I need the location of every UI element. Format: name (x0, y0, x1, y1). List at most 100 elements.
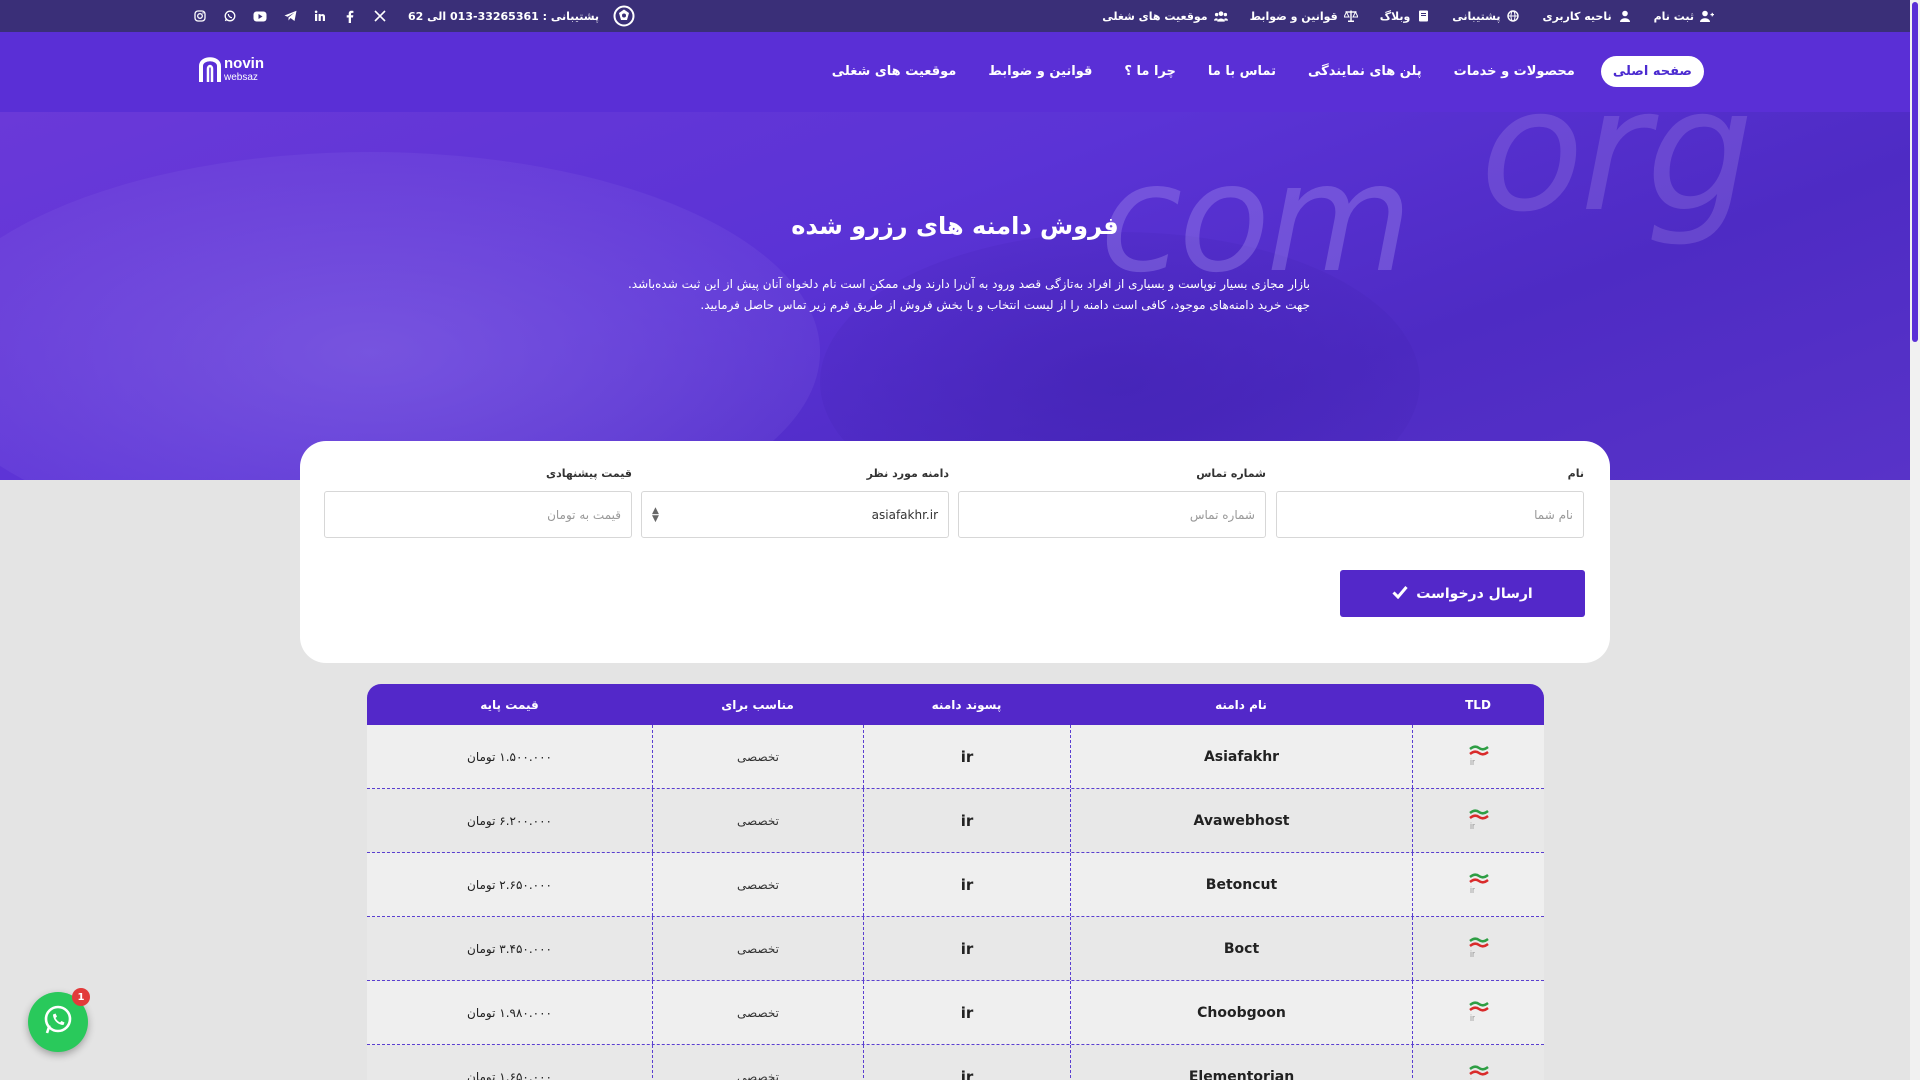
brand-name: novin (224, 55, 264, 72)
domain-suffix: ir (863, 853, 1070, 916)
page-scrollbar[interactable] (1910, 0, 1920, 1080)
domain-name: Asiafakhr (1070, 725, 1412, 788)
telegram-icon[interactable] (282, 8, 298, 24)
rules-link[interactable]: قوانین و ضوابط (1250, 9, 1358, 23)
tld-cell: ir (1412, 917, 1544, 980)
domain-price: ۳.۴۵۰.۰۰۰ تومان (467, 941, 552, 956)
user-plus-icon (1700, 9, 1714, 23)
domain-name: Boct (1070, 917, 1412, 980)
domain-request-form: نام نام شما شماره تماس شماره تماس دامنه … (300, 441, 1610, 663)
signup-label: ثبت نام (1653, 9, 1694, 23)
nav-item-products[interactable]: محصولات و خدمات (1448, 56, 1581, 87)
notification-badge: 1 (72, 988, 90, 1006)
header-tld: TLD (1465, 697, 1491, 712)
top-socials: پشتیبانی : 33265361-013 الی 62 (192, 0, 635, 32)
hero-desc-line-2: جهت خرید دامنه‌های موجود، کافی است دامنه… (700, 298, 1310, 312)
tld-cell: ir (1412, 789, 1544, 852)
ir-flag-icon: ir (1467, 807, 1491, 835)
brand-logo[interactable]: novin websaz (197, 52, 279, 88)
domain-name: Betoncut (1070, 853, 1412, 916)
blog-link[interactable]: وبلاگ (1380, 9, 1431, 23)
x-icon[interactable] (372, 8, 388, 24)
hero-section: com org فروش دامنه های رزرو شده بازار مج… (0, 112, 1910, 480)
domain-price: ۱.۵۰۰.۰۰۰ تومان (467, 749, 552, 764)
select-arrows-icon: ▲ ▼ (652, 505, 659, 524)
brand-subname: websaz (223, 72, 258, 83)
price-label: قیمت پیشنهادی (546, 467, 632, 480)
name-field-group: نام نام شما (1276, 467, 1584, 538)
book-icon (1416, 9, 1430, 23)
globe-icon (1506, 9, 1520, 23)
support-label: پشتیبانی (1452, 9, 1501, 23)
domain-field-group: دامنه مورد نظر asiafakhr.ir ▲ ▼ (641, 467, 949, 538)
svg-text:ir: ir (1470, 821, 1475, 831)
name-input[interactable]: نام شما (1276, 491, 1584, 538)
nav-item-rules[interactable]: قوانین و ضوابط (982, 56, 1098, 87)
table-row[interactable]: ir Asiafakhr ir تخصصی ۱.۵۰۰.۰۰۰ تومان (367, 725, 1544, 789)
domain-suitable: تخصصی (652, 917, 863, 980)
name-label: نام (1567, 467, 1584, 480)
header-suitable: مناسب برای (721, 697, 794, 712)
whatsapp-icon[interactable] (222, 8, 238, 24)
table-header: TLD نام دامنه پسوند دامنه مناسب برای قیم… (367, 684, 1544, 725)
submit-button[interactable]: ارسال درخواست (1340, 570, 1585, 617)
users-icon (1213, 9, 1228, 23)
domain-label: دامنه مورد نظر (866, 467, 949, 480)
tld-cell: ir (1412, 981, 1544, 1044)
domain-suffix: ir (863, 981, 1070, 1044)
ir-flag-icon: ir (1467, 871, 1491, 899)
tld-cell: ir (1412, 725, 1544, 788)
domain-select[interactable]: asiafakhr.ir ▲ ▼ (641, 491, 949, 538)
svg-text:ir: ir (1470, 757, 1475, 767)
youtube-icon[interactable] (252, 8, 268, 24)
table-row[interactable]: ir Choobgoon ir تخصصی ۱.۹۸۰.۰۰۰ تومان (367, 981, 1544, 1045)
domain-price: ۶.۲۰۰.۰۰۰ تومان (467, 813, 552, 828)
svg-text:ir: ir (1470, 949, 1475, 959)
nav-item-home[interactable]: صفحه اصلی (1600, 56, 1704, 87)
svg-text:ir: ir (1470, 885, 1475, 895)
blog-label: وبلاگ (1379, 9, 1411, 23)
hero-decoration (0, 152, 820, 480)
phone-input[interactable]: شماره تماس (958, 491, 1266, 538)
phone-label: شماره تماس (1196, 467, 1266, 480)
instagram-icon[interactable] (192, 8, 208, 24)
domain-price: ۲.۶۵۰.۰۰۰ تومان (467, 877, 552, 892)
whatsapp-icon (41, 1003, 75, 1041)
nav-item-contact[interactable]: تماس با ما (1202, 56, 1282, 87)
user-icon (1618, 9, 1632, 23)
nav-item-why-us[interactable]: چرا ما ؟ (1118, 56, 1181, 87)
domain-suffix: ir (863, 917, 1070, 980)
domain-price: ۱.۶۵۰.۰۰۰ تومان (467, 1069, 552, 1080)
top-links: ثبت نام ناحیه کاربری پشتیبانی وبلاگ قوان… (1102, 0, 1714, 32)
linkedin-icon[interactable] (312, 8, 328, 24)
rules-label: قوانین و ضوابط (1249, 9, 1338, 23)
svg-text:ir: ir (1470, 1013, 1475, 1023)
nav-item-reseller-plans[interactable]: پلن های نمایندگی (1302, 56, 1428, 87)
table-row[interactable]: ir Boct ir تخصصی ۳.۴۵۰.۰۰۰ تومان (367, 917, 1544, 981)
ir-flag-icon: ir (1467, 1063, 1491, 1080)
svg-text:ir: ir (1470, 1077, 1475, 1080)
signup-link[interactable]: ثبت نام (1654, 9, 1714, 23)
support-phone: پشتیبانی : 33265361-013 الی 62 (408, 9, 600, 23)
submit-label: ارسال درخواست (1416, 585, 1533, 602)
main-nav: novin websaz صفحه اصلی محصولات و خدمات پ… (0, 32, 1910, 112)
price-input[interactable]: قیمت به تومان (324, 491, 632, 538)
hero-description: بازار مجازی بسیار نوپاست و بسیاری از افر… (600, 274, 1310, 316)
table-row[interactable]: ir Avawebhost ir تخصصی ۶.۲۰۰.۰۰۰ تومان (367, 789, 1544, 853)
domain-suffix: ir (863, 725, 1070, 788)
table-row[interactable]: ir Elementorian ir تخصصی ۱.۶۵۰.۰۰۰ تومان (367, 1045, 1544, 1080)
domain-select-value: asiafakhr.ir (871, 507, 938, 522)
ir-flag-icon: ir (1467, 935, 1491, 963)
scrollbar-thumb[interactable] (1912, 2, 1918, 342)
jobs-link[interactable]: موقعیت های شغلی (1102, 9, 1228, 23)
domain-suffix: ir (863, 789, 1070, 852)
user-area-link[interactable]: ناحیه کاربری (1542, 9, 1631, 23)
nav-item-jobs[interactable]: موقعیت های شغلی (826, 56, 963, 87)
user-area-label: ناحیه کاربری (1542, 9, 1612, 23)
facebook-icon[interactable] (342, 8, 358, 24)
support-link[interactable]: پشتیبانی (1452, 9, 1520, 23)
header-name: نام دامنه (1215, 697, 1267, 712)
table-row[interactable]: ir Betoncut ir تخصصی ۲.۶۵۰.۰۰۰ تومان (367, 853, 1544, 917)
price-field-group: قیمت پیشنهادی قیمت به تومان (324, 467, 632, 538)
phone-field-group: شماره تماس شماره تماس (958, 467, 1266, 538)
